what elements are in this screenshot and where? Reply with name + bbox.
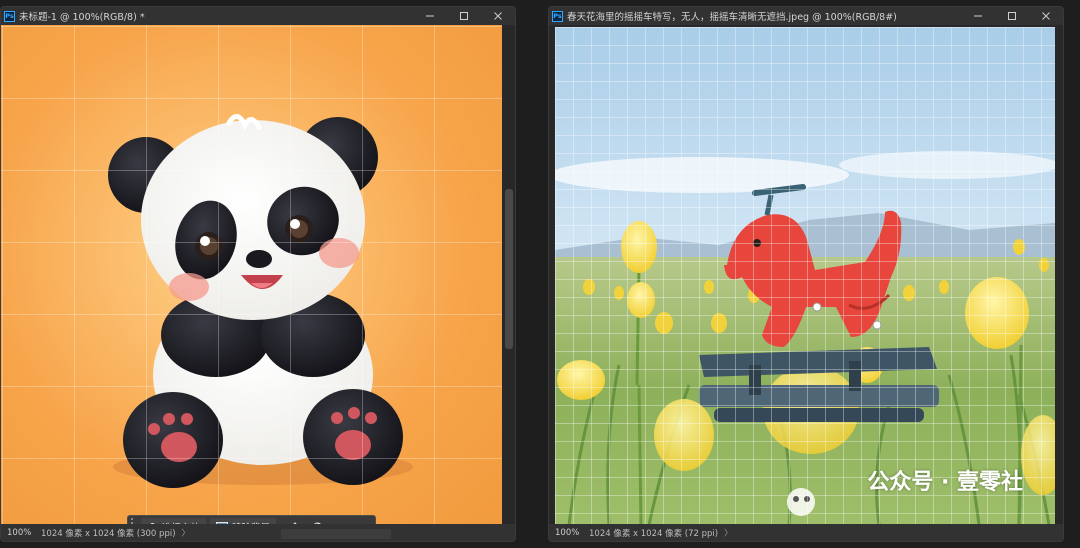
close-button[interactable] — [481, 7, 515, 25]
watermark: 公众号 · 壹零社 — [867, 470, 1023, 495]
photoshop-icon: Ps — [4, 10, 15, 22]
status-bar-right: 100% 1024 像素 x 1024 像素 (72 ppi) 〉 — [549, 524, 1063, 541]
close-button[interactable] — [1029, 7, 1063, 25]
document-tab-right[interactable]: Ps 春天花海里的摇摇车特写，无人，摇摇车清晰无遮挡.jpeg @ 100%(R… — [549, 7, 1063, 25]
minimize-icon — [426, 15, 434, 17]
scrollbar-thumb[interactable] — [505, 189, 513, 349]
status-bar-left: 100% 1024 像素 x 1024 像素 (300 ppi) 〉 — [1, 524, 515, 541]
minimize-button[interactable] — [413, 7, 447, 25]
vertical-scrollbar[interactable] — [505, 29, 513, 520]
document-info: 1024 像素 x 1024 像素 (300 ppi) — [41, 528, 176, 539]
grid-overlay — [555, 27, 1055, 526]
maximize-button[interactable] — [447, 7, 481, 25]
close-icon — [1042, 12, 1050, 20]
canvas-right[interactable]: 公众号 · 壹零社 — [549, 25, 1063, 526]
photoshop-icon: Ps — [552, 10, 563, 22]
document-tab-left[interactable]: Ps 未标题-1 @ 100%(RGB/8) * — [1, 7, 515, 25]
close-icon — [494, 12, 502, 20]
horizontal-scrollbar[interactable] — [281, 529, 391, 539]
maximize-button[interactable] — [995, 7, 1029, 25]
chevron-right-icon[interactable]: 〉 — [182, 527, 191, 539]
document-window-left[interactable]: Ps 未标题-1 @ 100%(RGB/8) * 100% 1024 像素 x … — [0, 6, 516, 542]
minimize-icon — [974, 15, 982, 17]
chevron-right-icon[interactable]: 〉 — [724, 527, 733, 539]
document-title-right: 春天花海里的摇摇车特写，无人，摇摇车清晰无遮挡.jpeg @ 100%(RGB/… — [567, 12, 897, 23]
minimize-button[interactable] — [961, 7, 995, 25]
zoom-level[interactable]: 100% — [555, 528, 587, 538]
zoom-level[interactable]: 100% — [7, 528, 39, 538]
maximize-icon — [1008, 12, 1016, 20]
document-window-right[interactable]: Ps 春天花海里的摇摇车特写，无人，摇摇车清晰无遮挡.jpeg @ 100%(R… — [548, 6, 1064, 542]
document-info: 1024 像素 x 1024 像素 (72 ppi) — [589, 528, 719, 539]
grid-overlay — [1, 25, 502, 526]
document-title-left: 未标题-1 @ 100%(RGB/8) * — [19, 12, 145, 23]
maximize-icon — [460, 12, 468, 20]
canvas-left[interactable]: 选择主体 移除背景 ••• — [1, 25, 515, 539]
